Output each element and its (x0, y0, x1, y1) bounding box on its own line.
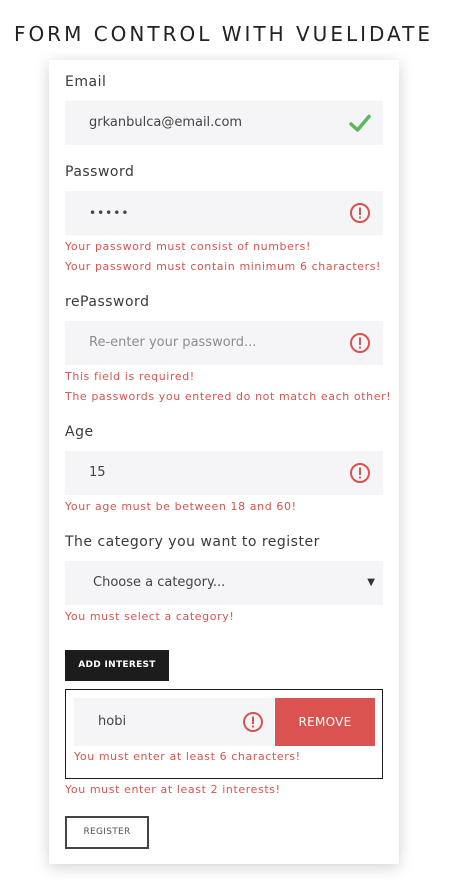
error-icon (349, 202, 371, 224)
age-field[interactable]: 15 (65, 451, 383, 495)
email-label: Email (65, 74, 107, 90)
age-label: Age (65, 424, 94, 440)
password-field[interactable]: ••••• (65, 191, 383, 235)
interest-item-error: You must enter at least 6 characters! (74, 750, 301, 763)
password-error-length: Your password must contain minimum 6 cha… (65, 260, 382, 273)
interest-item: hobi REMOVE You must enter at least 6 ch… (65, 689, 383, 779)
register-button[interactable]: REGISTER (65, 816, 149, 849)
interest-input[interactable]: hobi (74, 698, 274, 746)
error-icon (349, 462, 371, 484)
email-field[interactable]: grkanbulca@email.com (65, 101, 383, 145)
error-icon (349, 332, 371, 354)
page-title: FORM CONTROL WITH VUELIDATE (13, 22, 434, 46)
interests-error: You must enter at least 2 interests! (65, 783, 281, 796)
repassword-error-mismatch: The passwords you entered do not match e… (65, 390, 392, 403)
category-error: You must select a category! (65, 610, 235, 623)
age-value[interactable]: 15 (89, 451, 106, 495)
password-value[interactable]: ••••• (89, 191, 129, 235)
repassword-field[interactable]: Re-enter your password... (65, 321, 383, 365)
category-selected[interactable]: Choose a category... (93, 561, 225, 605)
password-error-numbers: Your password must consist of numbers! (65, 240, 311, 253)
interest-value[interactable]: hobi (98, 698, 126, 746)
error-icon (242, 711, 264, 733)
check-icon (349, 112, 371, 134)
age-error-range: Your age must be between 18 and 60! (65, 500, 297, 513)
form-card: Email grkanbulca@email.com Password ••••… (49, 60, 399, 864)
remove-interest-button[interactable]: REMOVE (275, 698, 375, 746)
caret-down-icon: ▼ (367, 577, 375, 588)
category-label: The category you want to register (65, 534, 320, 550)
password-label: Password (65, 164, 135, 180)
repassword-label: rePassword (65, 294, 150, 310)
category-select[interactable]: Choose a category... ▼ (65, 561, 383, 605)
repassword-error-required: This field is required! (65, 370, 195, 383)
add-interest-button[interactable]: ADD INTEREST (65, 650, 169, 681)
email-value[interactable]: grkanbulca@email.com (89, 101, 242, 145)
repassword-placeholder[interactable]: Re-enter your password... (89, 321, 256, 365)
